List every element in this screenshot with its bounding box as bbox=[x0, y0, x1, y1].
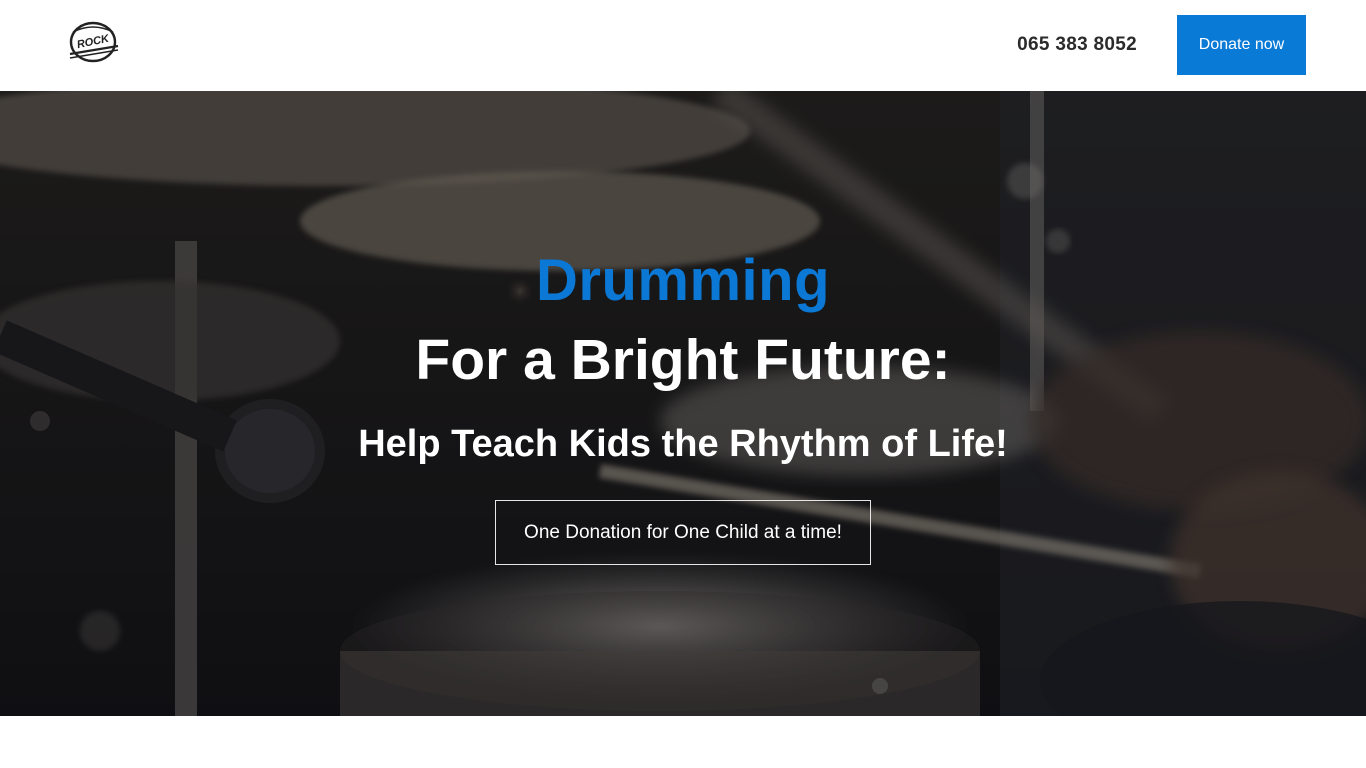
headline: For a Bright Future: bbox=[415, 328, 951, 392]
hero-content: Drumming For a Bright Future: Help Teach… bbox=[0, 91, 1366, 716]
donation-cta-button[interactable]: One Donation for One Child at a time! bbox=[495, 500, 871, 565]
subheadline: Help Teach Kids the Rhythm of Life! bbox=[358, 423, 1008, 465]
logo-link[interactable]: ROCK bbox=[66, 18, 120, 66]
headline-accent: Drumming bbox=[536, 248, 830, 313]
hero-section: Drumming For a Bright Future: Help Teach… bbox=[0, 91, 1366, 716]
site-header: ROCK 065 383 8052 Donate now bbox=[0, 0, 1366, 91]
phone-number[interactable]: 065 383 8052 bbox=[1017, 34, 1137, 56]
drum-logo-icon: ROCK bbox=[69, 21, 119, 63]
donate-now-button[interactable]: Donate now bbox=[1177, 15, 1306, 75]
